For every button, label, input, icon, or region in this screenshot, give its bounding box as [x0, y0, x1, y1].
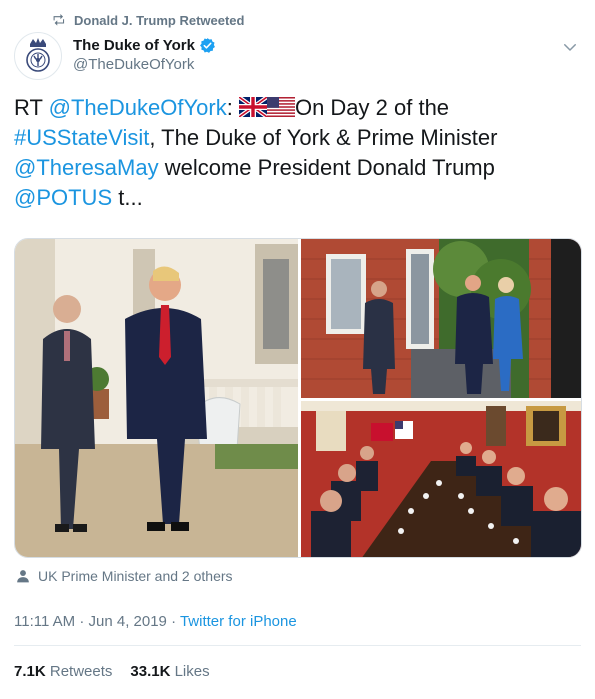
tweet-meta: 11:11 AM · Jun 4, 2019 · Twitter for iPh… [14, 613, 297, 630]
rt-prefix: RT [14, 95, 49, 120]
tweet-text-2: , The Duke of York & Prime Minister [149, 125, 498, 150]
photo-meeting-table[interactable] [301, 401, 581, 557]
uk-flag-icon [238, 97, 267, 117]
mention-pm-link[interactable]: @TheresaMay [14, 155, 159, 180]
media-grid [14, 238, 582, 558]
tweet-source-link[interactable]: Twitter for iPhone [180, 613, 297, 630]
hashtag-link[interactable]: #USStateVisit [14, 125, 149, 150]
retweets-count: 7.1K [14, 663, 46, 680]
tweet-date[interactable]: Jun 4, 2019 [89, 613, 167, 630]
royal-cypher-icon [26, 38, 50, 72]
retweeted-by-label: Donald J. Trump Retweeted [74, 12, 245, 28]
tweet-text-1: On Day 2 of the [294, 95, 450, 120]
tagged-users[interactable]: UK Prime Minister and 2 others [16, 568, 233, 584]
author-name-text: The Duke of York [73, 37, 195, 54]
tweet-text-4: t... [112, 185, 143, 210]
author-handle[interactable]: @TheDukeOfYork [73, 56, 216, 73]
author-display-name[interactable]: The Duke of York [73, 37, 216, 54]
retweets-label: Retweets [49, 663, 113, 680]
photo-handshake[interactable] [301, 239, 581, 398]
chevron-down-icon[interactable] [561, 38, 579, 56]
likes-stat[interactable]: 33.1K Likes [130, 663, 209, 680]
tweet-text-3: welcome President Donald Trump [158, 155, 495, 180]
us-flag-icon [266, 97, 295, 117]
retweeted-by-row[interactable]: Donald J. Trump Retweeted [52, 10, 244, 30]
author-block[interactable]: The Duke of York @TheDukeOfYork [73, 37, 216, 73]
photo-garden-walk[interactable] [15, 239, 298, 557]
mention-potus-link[interactable]: @POTUS [14, 185, 112, 210]
meta-separator: · [75, 613, 89, 630]
likes-label: Likes [174, 663, 210, 680]
likes-count: 33.1K [130, 663, 171, 680]
tweet-header: The Duke of York @TheDukeOfYork [14, 32, 581, 88]
mention-author-link[interactable]: @TheDukeOfYork [49, 95, 227, 120]
tweet-time[interactable]: 11:11 AM [14, 613, 75, 630]
retweets-stat[interactable]: 7.1K Retweets [14, 663, 112, 680]
tweet-text: RT @TheDukeOfYork: On Day 2 of the #USSta… [14, 93, 579, 213]
tweet-stats: 7.1K Retweets 33.1K Likes [14, 663, 210, 680]
tagged-users-text: UK Prime Minister and 2 others [38, 568, 233, 584]
verified-badge-icon [200, 38, 215, 53]
person-icon [17, 570, 29, 583]
avatar[interactable] [14, 32, 62, 80]
colon-text: : [226, 95, 233, 120]
divider [14, 645, 581, 646]
retweet-icon [53, 14, 65, 26]
meta-separator: · [166, 613, 180, 630]
